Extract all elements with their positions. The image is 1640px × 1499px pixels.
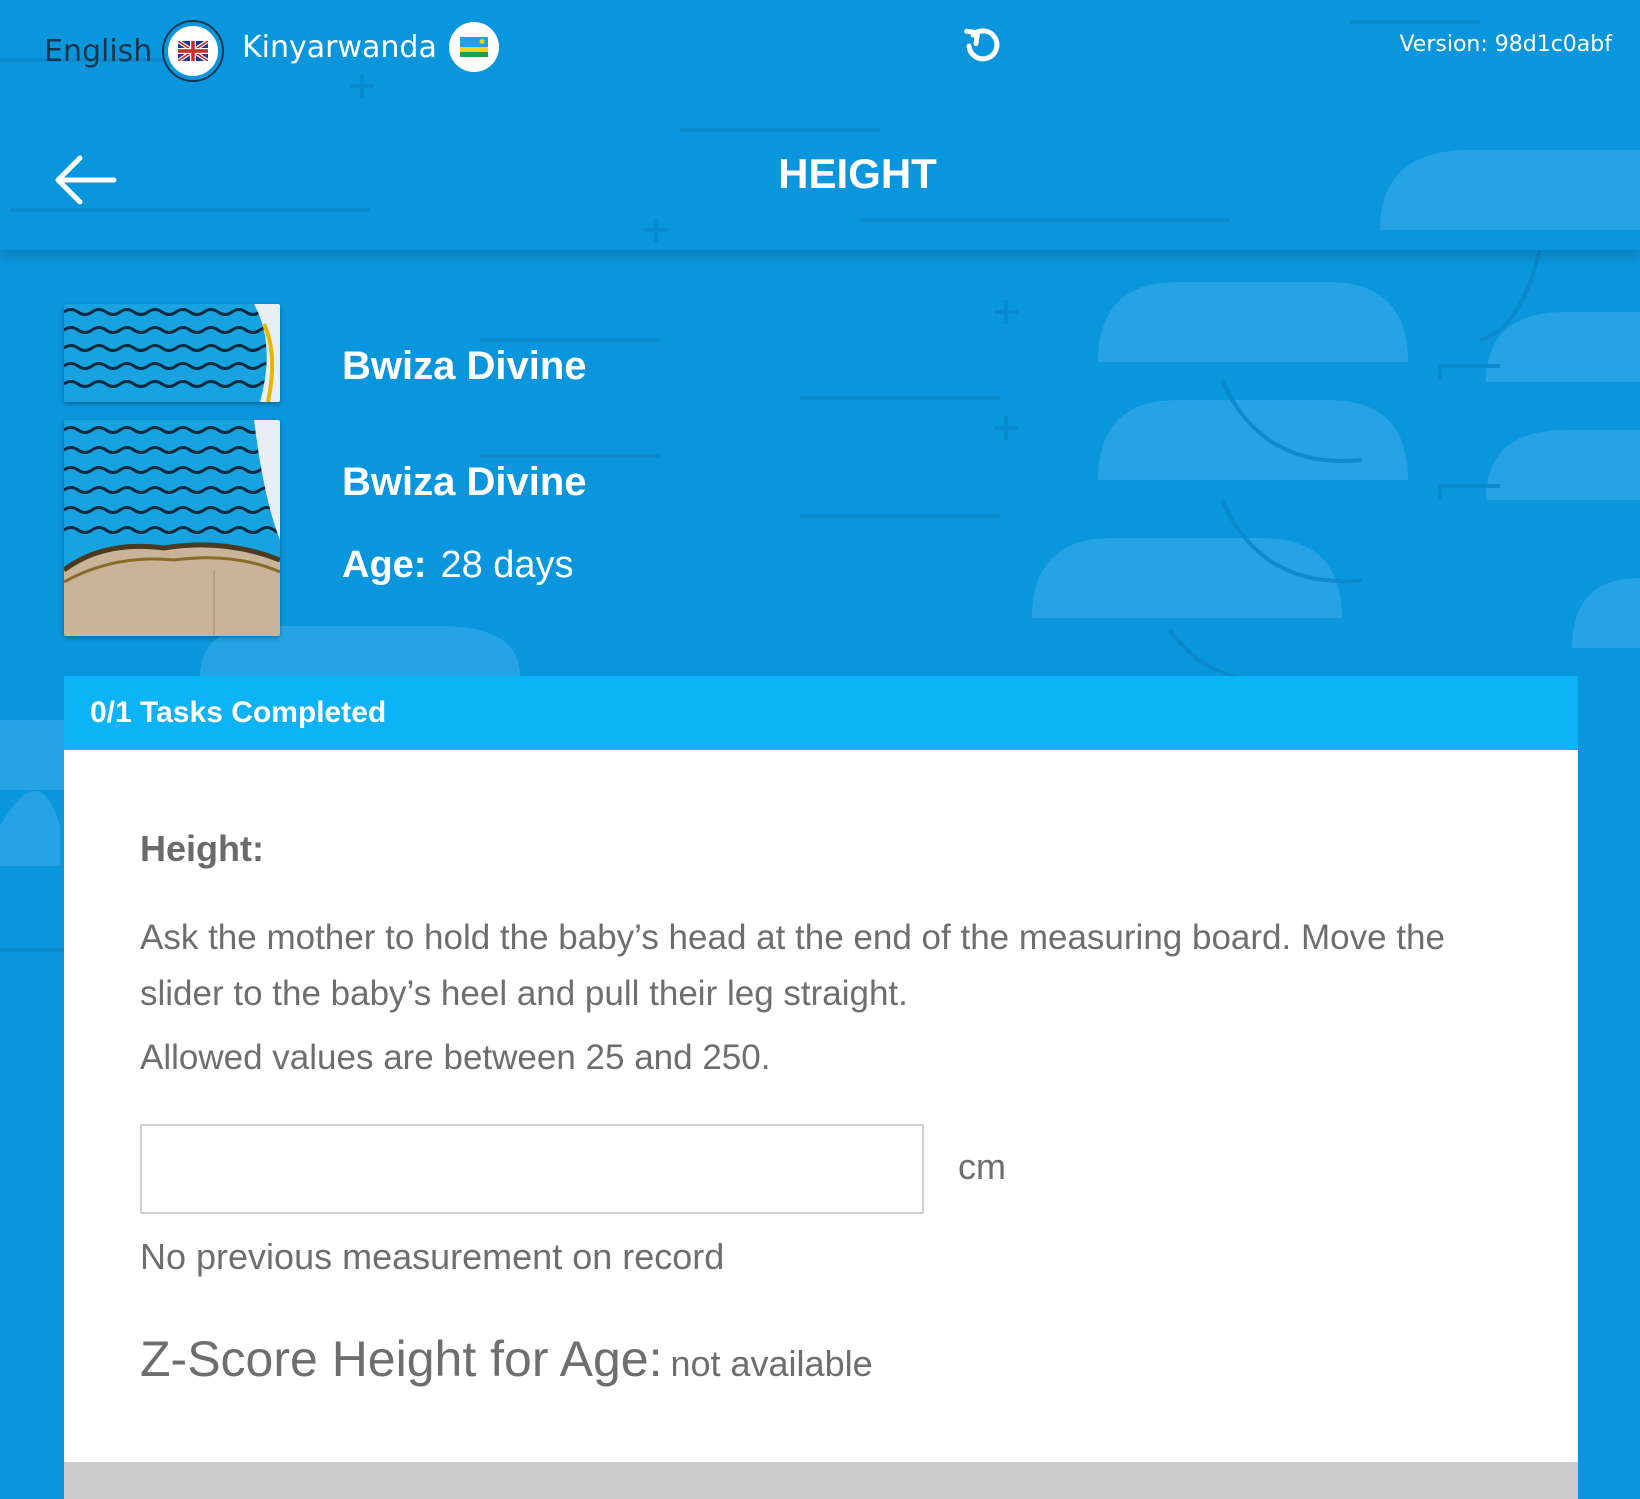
page-header: HEIGHT: [0, 110, 1640, 250]
language-english[interactable]: English: [44, 20, 225, 82]
zscore-value: not available: [670, 1343, 873, 1384]
age-value: 28 days: [440, 544, 574, 586]
language-label: English: [44, 33, 153, 69]
task-card: 0/1 Tasks Completed Height: Ask the moth…: [64, 676, 1578, 1499]
language-label: Kinyarwanda: [242, 29, 437, 65]
zscore-label: Z-Score Height for Age:: [140, 1331, 663, 1387]
patient-name: Bwiza Divine: [342, 344, 587, 388]
patient-photo: [64, 420, 280, 636]
tasks-progress: 0/1 Tasks Completed: [64, 676, 1578, 750]
language-kinyarwanda[interactable]: Kinyarwanda: [242, 22, 499, 72]
height-input[interactable]: [140, 1124, 924, 1214]
measurement-instructions: Ask the mother to hold the baby’s head a…: [140, 918, 1445, 1013]
patient-age: Age: 28 days: [342, 544, 574, 587]
card-footer: [64, 1462, 1578, 1499]
rwanda-flag-icon[interactable]: [448, 22, 499, 72]
patient-photo: [64, 304, 280, 402]
previous-measurement: No previous measurement on record: [140, 1236, 725, 1277]
refresh-icon[interactable]: [962, 26, 1002, 66]
page-title: HEIGHT: [778, 150, 937, 197]
age-label: Age:: [342, 544, 427, 586]
patient-name: Bwiza Divine: [342, 460, 587, 504]
uk-flag-icon[interactable]: [162, 20, 225, 82]
allowed-values-hint: Allowed values are between 25 and 250.: [140, 1038, 771, 1077]
height-question-label: Height:: [140, 828, 264, 869]
top-bar: English Kinyarwanda Version: 98d1c0abf: [0, 0, 1640, 110]
version-label: Version: 98d1c0abf: [1399, 32, 1612, 57]
unit-label: cm: [958, 1146, 1006, 1187]
zscore-height-for-age: Z-Score Height for Age: not available: [140, 1330, 873, 1388]
